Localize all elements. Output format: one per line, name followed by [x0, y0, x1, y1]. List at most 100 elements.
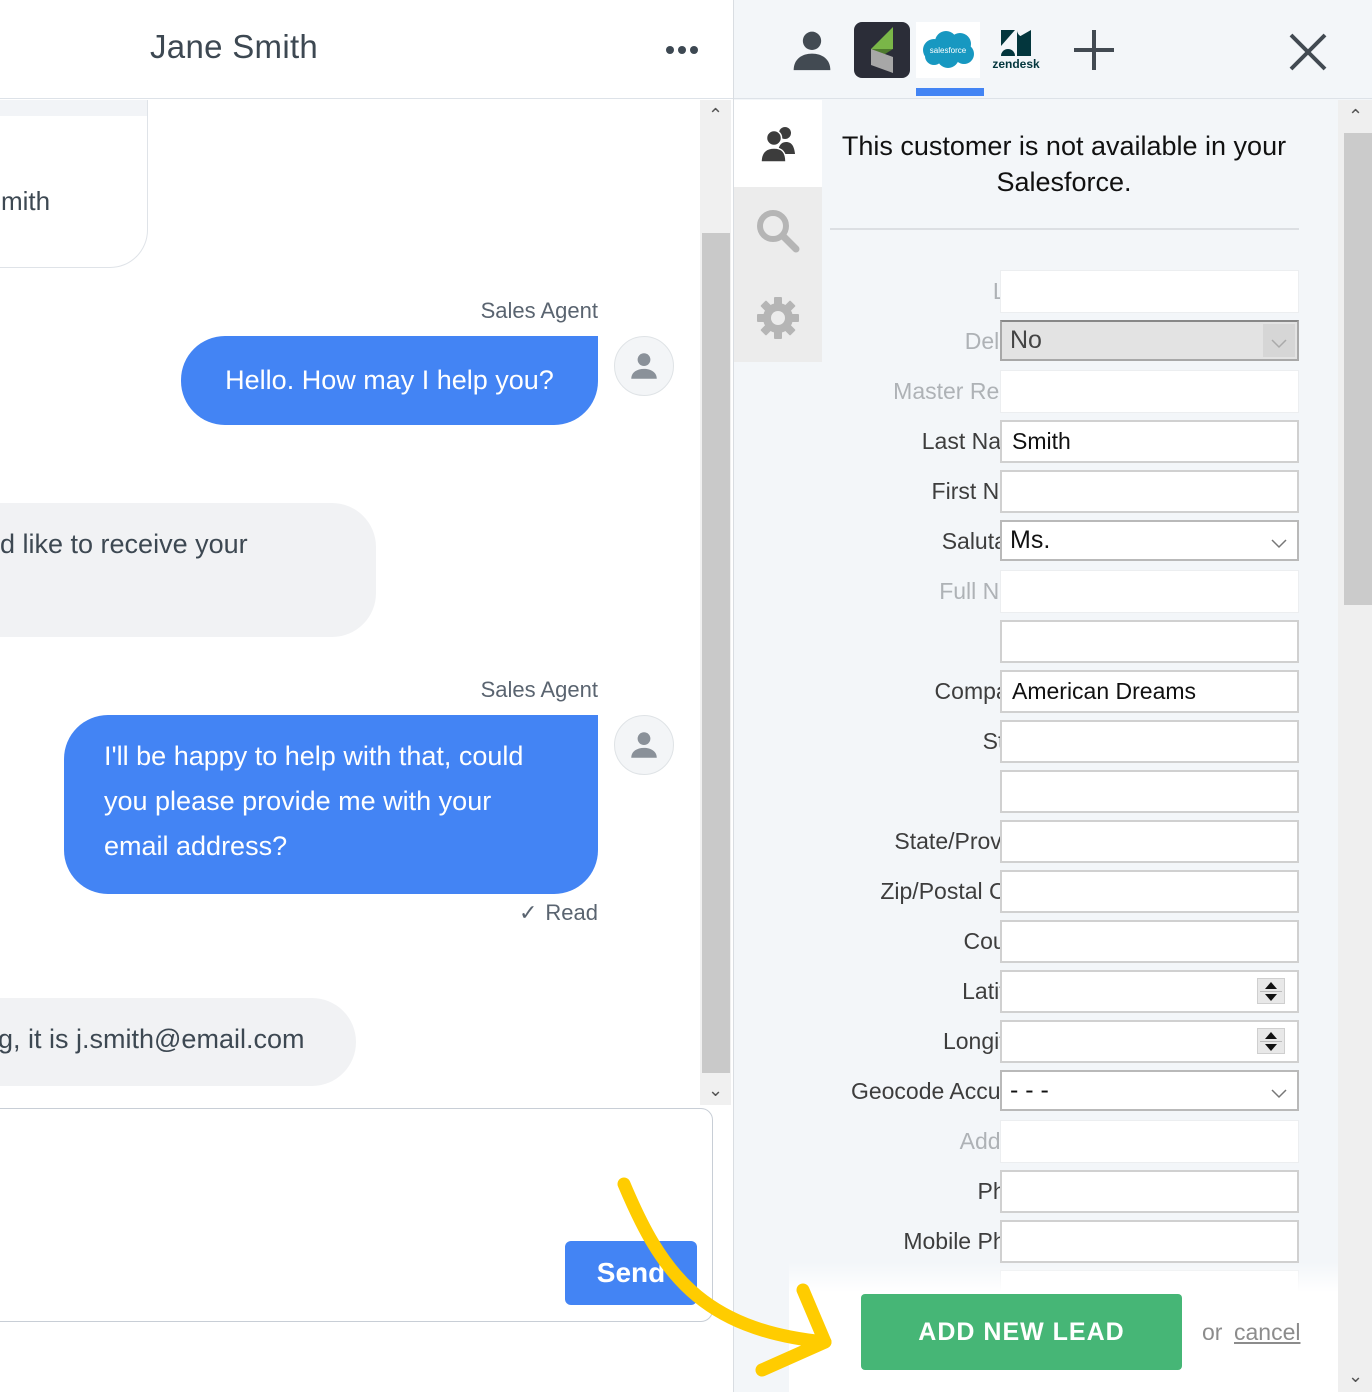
users-icon [760, 126, 795, 163]
message-text: mith [1, 186, 51, 216]
add-new-lead-button[interactable]: ADD NEW LEAD [861, 1294, 1182, 1370]
company-input[interactable] [1000, 670, 1299, 713]
tab-zendesk[interactable]: zendesk [986, 22, 1046, 78]
selected-value: - - - [1010, 1076, 1049, 1104]
message-line: you please provide me with your [104, 786, 492, 816]
title-input[interactable] [1000, 620, 1299, 663]
scroll-up-icon[interactable]: ⌃ [700, 100, 731, 130]
svg-text:salesforce: salesforce [930, 46, 967, 55]
chat-title: Jane Smith [150, 28, 319, 65]
full-name-input [1000, 570, 1299, 613]
chevron-down-icon [1271, 336, 1287, 354]
chevron-down-icon [1271, 1086, 1287, 1104]
form-row-mobile-phone: Mobile Phone [789, 1220, 1334, 1264]
mobile-phone-input[interactable] [1000, 1220, 1299, 1263]
form-row-master-record: Master Record [789, 370, 1334, 414]
decrement-icon[interactable] [1265, 1043, 1277, 1051]
country-input[interactable] [1000, 920, 1299, 963]
side-item-search[interactable] [734, 187, 822, 274]
increment-icon[interactable] [1265, 1031, 1277, 1039]
tab-contact[interactable] [786, 22, 838, 78]
cancel-link[interactable]: cancel [1234, 1319, 1300, 1346]
longitude-input[interactable] [1000, 1020, 1299, 1063]
street-input[interactable] [1000, 720, 1299, 763]
or-text: or [1202, 1319, 1223, 1345]
latitude-input[interactable] [1000, 970, 1299, 1013]
form-row-state-province: State/Province [789, 820, 1334, 864]
agent-message: I'll be happy to help with that, could y… [64, 715, 598, 894]
message-composer: Send [0, 1108, 713, 1322]
form-row-full-name: Full Name [789, 570, 1334, 614]
crm-panel: salesforce zendesk This customer is not … [733, 0, 1372, 1392]
kustomer-logo-icon [871, 27, 893, 73]
address-input [1000, 1120, 1299, 1163]
state-province-input[interactable] [1000, 820, 1299, 863]
side-item-contacts[interactable] [734, 100, 822, 187]
more-options-icon[interactable] [666, 40, 702, 60]
customer-message: mith [0, 100, 148, 268]
form-actions: ADD NEW LEAD or cancel [789, 1262, 1340, 1392]
zendesk-logo-icon [1001, 29, 1031, 56]
tab-salesforce[interactable]: salesforce [916, 22, 980, 78]
integration-tabs: salesforce zendesk [734, 0, 1372, 99]
add-integration-button[interactable] [1070, 22, 1118, 78]
form-row-address: Address [789, 1120, 1334, 1164]
form-row-lead: Lead [789, 270, 1334, 314]
person-icon [631, 353, 657, 379]
divider [830, 228, 1299, 230]
zendesk-label: zendesk [992, 56, 1040, 71]
deleted-select: No [1000, 320, 1299, 361]
sender-label: Sales Agent [480, 677, 598, 702]
close-button[interactable] [1284, 28, 1332, 76]
lead-input [1000, 270, 1299, 313]
crm-scrollbar[interactable]: ⌃ ⌄ [1338, 100, 1372, 1392]
scroll-down-icon[interactable]: ⌄ [700, 1075, 731, 1105]
salutation-select[interactable]: Ms. [1000, 520, 1299, 561]
number-stepper[interactable] [1257, 978, 1285, 1004]
form-row-title: Title [789, 620, 1334, 664]
scroll-up-icon[interactable]: ⌃ [1338, 100, 1372, 132]
phone-input[interactable] [1000, 1170, 1299, 1213]
chat-header: Jane Smith [0, 0, 733, 99]
chat-pane: Jane Smith mith Sales Agent Hello. How m… [0, 0, 733, 1392]
first-name-input[interactable] [1000, 470, 1299, 513]
number-stepper[interactable] [1257, 1028, 1285, 1054]
decrement-icon[interactable] [1265, 993, 1277, 1001]
form-row-geocode-accuracy: Geocode Accuracy - - - [789, 1070, 1334, 1114]
form-row-last-name: Last Name* [789, 420, 1334, 464]
tab-kustomer[interactable] [854, 22, 910, 78]
form-row-salutation: Salutation Ms. [789, 520, 1334, 564]
form-row-first-name: First Name [789, 470, 1334, 514]
search-icon [757, 209, 800, 252]
active-tab-indicator [916, 88, 984, 96]
chevron-down-icon [1271, 536, 1287, 554]
form-row-deleted: DeletedNo [789, 320, 1334, 364]
sender-label: Sales Agent [480, 298, 598, 323]
scrollbar-thumb[interactable] [1344, 133, 1372, 605]
plus-icon [1074, 30, 1114, 70]
message-line: email address? [104, 831, 288, 861]
message-text: g, it is j.smith@email.com [0, 1024, 305, 1054]
send-button[interactable]: Send [565, 1241, 697, 1305]
customer-message: g, it is j.smith@email.com [0, 998, 356, 1086]
geocode-accuracy-select[interactable]: - - - [1000, 1070, 1299, 1111]
form-row-zip-postal-code: Zip/Postal Code [789, 870, 1334, 914]
message-input[interactable] [11, 1129, 671, 1239]
form-row-country: Country [789, 920, 1334, 964]
last-name-input[interactable] [1000, 420, 1299, 463]
master-record-input [1000, 370, 1299, 413]
increment-icon[interactable] [1265, 981, 1277, 989]
message-line: I'll be happy to help with that, could [104, 741, 524, 771]
salesforce-logo-icon: salesforce [923, 31, 974, 68]
customer-message: d like to receive your [0, 503, 376, 637]
city-input[interactable] [1000, 770, 1299, 813]
person-icon [793, 31, 831, 71]
form-row-latitude: Latitude [789, 970, 1334, 1014]
form-row-company: Company* [789, 670, 1334, 714]
scroll-down-icon[interactable]: ⌄ [1338, 1360, 1372, 1392]
read-status: Read [545, 900, 598, 925]
zip-postal-code-input[interactable] [1000, 870, 1299, 913]
chat-scrollbar[interactable]: ⌃ ⌄ [700, 100, 731, 1105]
scrollbar-thumb[interactable] [702, 233, 730, 1073]
message-list: mith Sales Agent Hello. How may I help y… [0, 100, 700, 1105]
